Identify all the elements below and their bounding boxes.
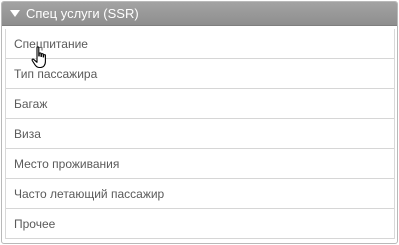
list-item-label: Прочее xyxy=(14,216,56,231)
list-item-other[interactable]: Прочее xyxy=(6,209,394,239)
list-item-label: Тип пассажира xyxy=(14,66,98,81)
list-item-passenger-type[interactable]: Тип пассажира xyxy=(6,59,394,89)
list-item-label: Багаж xyxy=(14,96,48,111)
triangle-down-icon[interactable] xyxy=(9,8,21,20)
list-item-baggage[interactable]: Багаж xyxy=(6,89,394,119)
ssr-panel-header[interactable]: Спец услуги (SSR) xyxy=(2,2,397,26)
list-item-special-meal[interactable]: Спецпитание xyxy=(6,29,394,59)
list-item-label: Часто летающий пассажир xyxy=(14,186,165,201)
list-item-label: Виза xyxy=(14,126,41,141)
ssr-panel: Спец услуги (SSR) Спецпитание Тип пассаж… xyxy=(1,1,398,244)
list-item-residence[interactable]: Место проживания xyxy=(6,149,394,179)
list-item-visa[interactable]: Виза xyxy=(6,119,394,149)
panel-title: Спец услуги (SSR) xyxy=(26,6,139,21)
list-item-frequent-flyer[interactable]: Часто летающий пассажир xyxy=(6,179,394,209)
list-item-label: Спецпитание xyxy=(14,36,88,51)
list-item-label: Место проживания xyxy=(14,156,120,171)
ssr-list: Спецпитание Тип пассажира Багаж Виза Мес… xyxy=(5,29,395,239)
